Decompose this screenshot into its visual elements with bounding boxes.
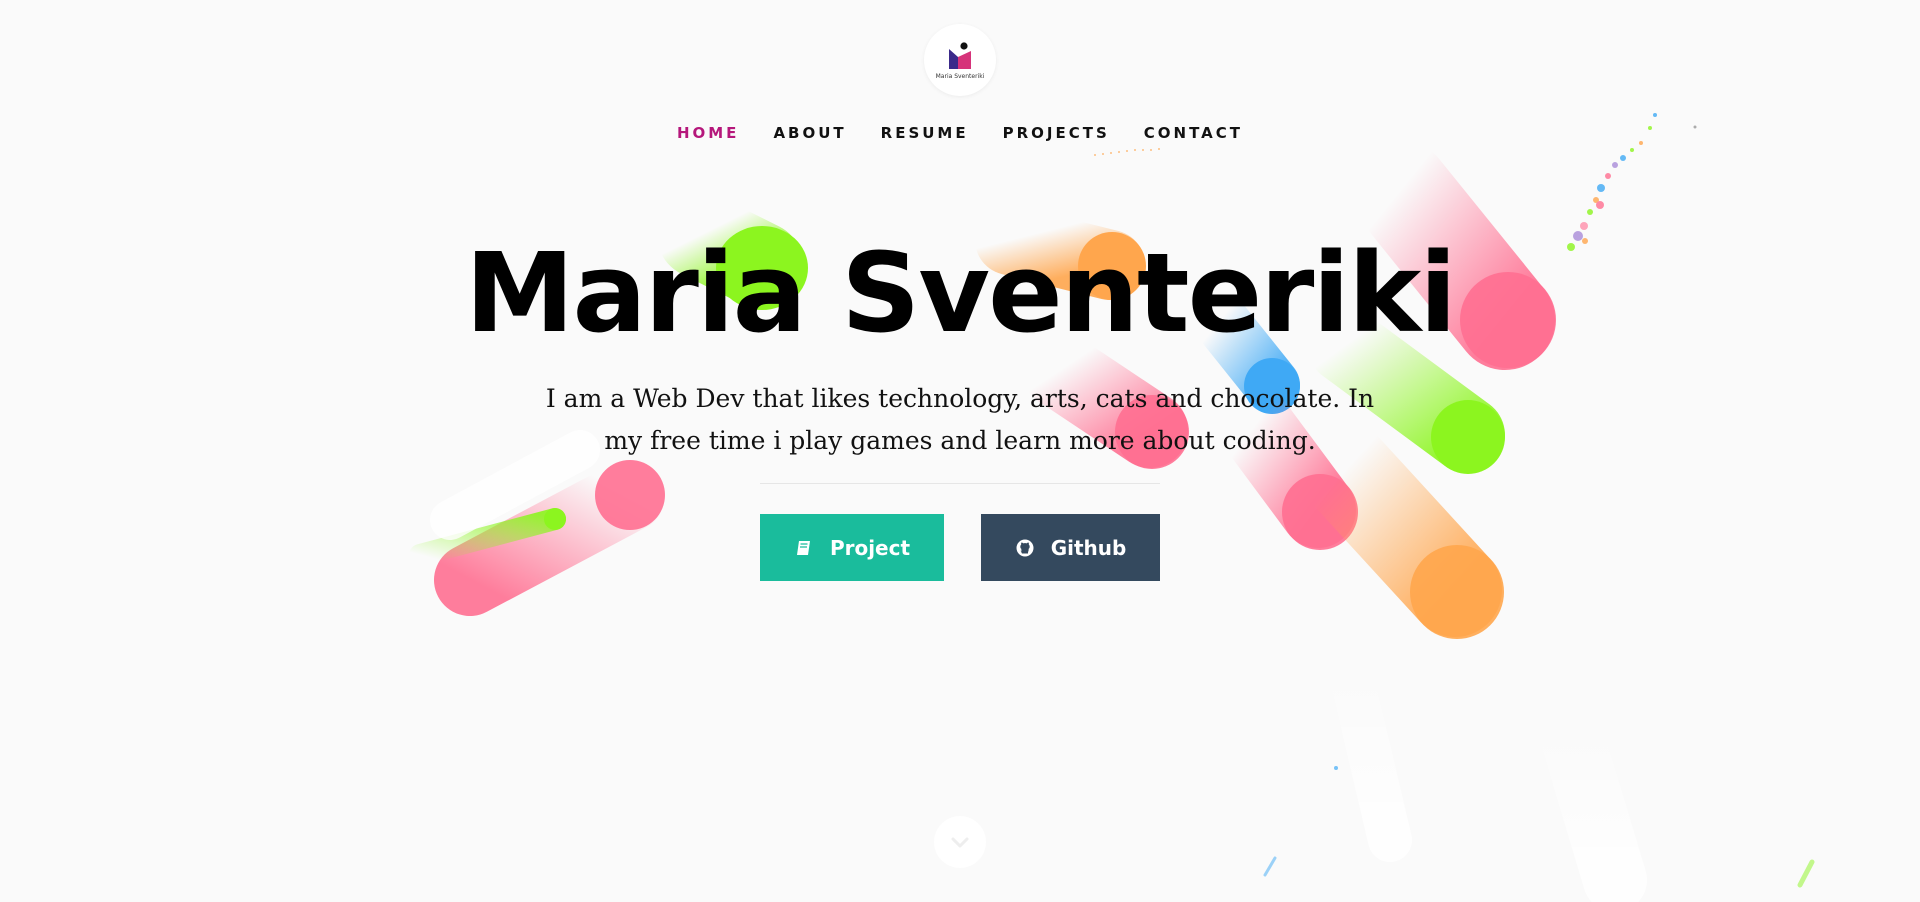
project-button-label: Project (829, 535, 911, 560)
hero-subtitle: I am a Web Dev that likes technology, ar… (545, 384, 1375, 455)
nav-item-about[interactable]: ABOUT (773, 124, 846, 142)
nav-item-contact[interactable]: CONTACT (1144, 124, 1243, 142)
github-button[interactable]: Github (981, 514, 1160, 581)
page: Maria Sventeriki HOME ABOUT RESUME PROJE… (0, 0, 1920, 902)
hero-divider (760, 483, 1160, 484)
github-icon (1016, 539, 1034, 556)
logo[interactable]: Maria Sventeriki (924, 24, 996, 96)
hero-title: Maria Sventeriki (464, 229, 1457, 357)
logo-mark-icon (949, 41, 971, 69)
scroll-down-button[interactable] (934, 816, 986, 868)
book-icon (796, 540, 810, 555)
main-nav: HOME ABOUT RESUME PROJECTS CONTACT (0, 124, 1920, 142)
github-button-label: Github (1050, 535, 1127, 560)
nav-item-resume[interactable]: RESUME (881, 124, 969, 142)
nav-item-projects[interactable]: PROJECTS (1003, 124, 1110, 142)
nav-item-home[interactable]: HOME (677, 124, 739, 142)
logo-text: Maria Sventeriki (935, 72, 985, 80)
project-button[interactable]: Project (760, 514, 944, 581)
chevron-down-icon (951, 837, 969, 848)
